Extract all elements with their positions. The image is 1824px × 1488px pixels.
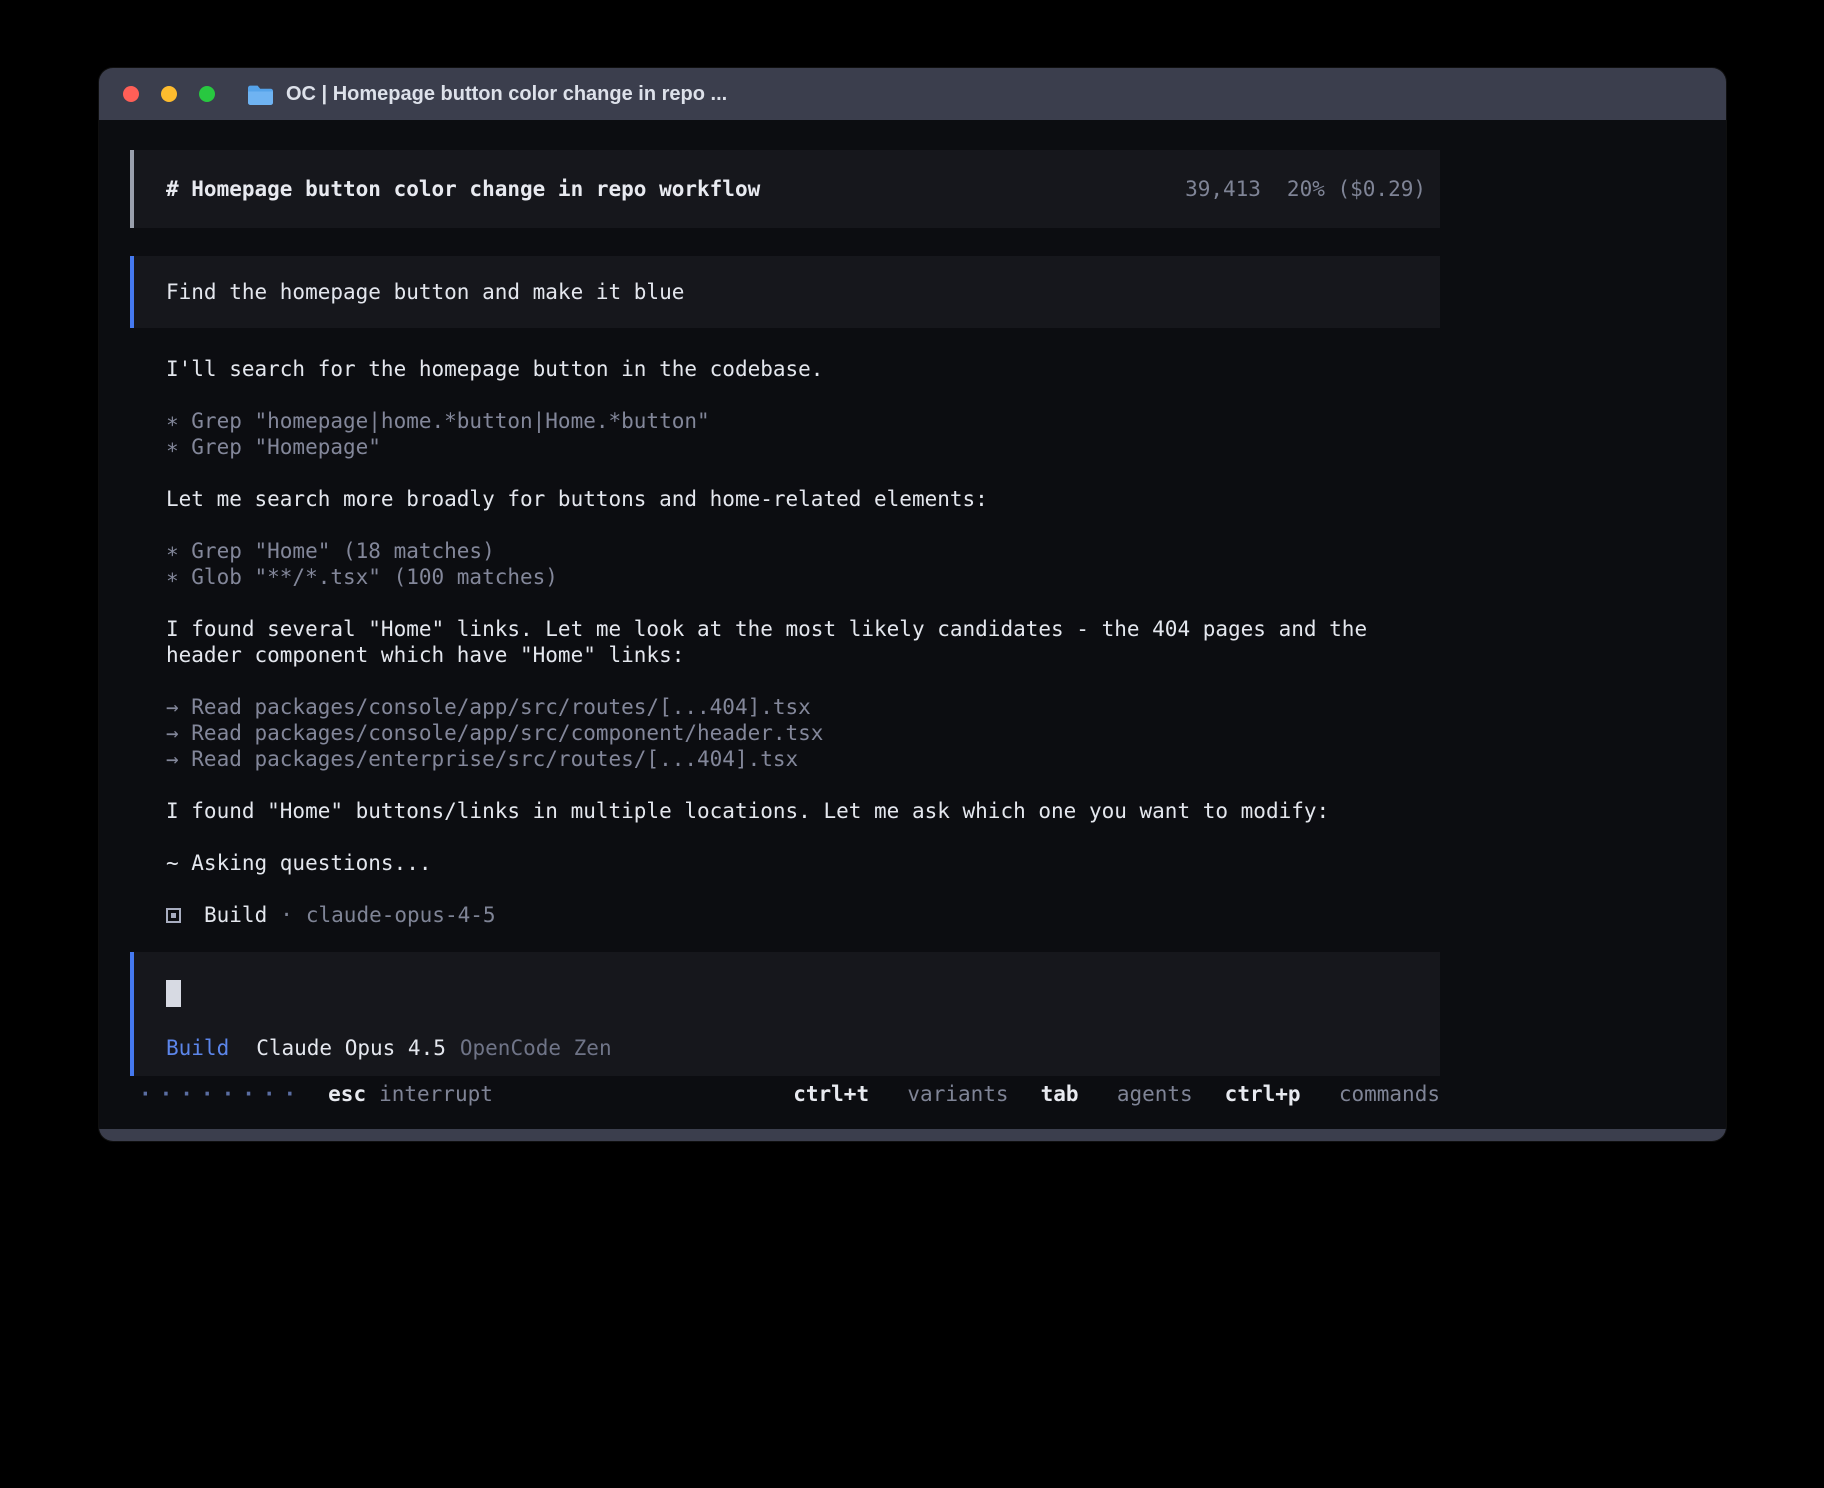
shortcut-key: ctrl+p bbox=[1225, 1082, 1301, 1106]
shortcut-label: agents bbox=[1117, 1082, 1193, 1106]
assistant-text: Let me search more broadly for buttons a… bbox=[166, 486, 1440, 512]
shortcut-key: ctrl+t bbox=[793, 1082, 869, 1106]
tool-call-line: ∗ Grep "homepage|home.*button|Home.*butt… bbox=[166, 408, 1440, 434]
title-bar: OC | Homepage button color change in rep… bbox=[99, 68, 1726, 120]
session-title: # Homepage button color change in repo w… bbox=[166, 177, 760, 201]
terminal-window: OC | Homepage button color change in rep… bbox=[99, 68, 1726, 1141]
agent-icon bbox=[166, 908, 181, 923]
user-message-text: Find the homepage button and make it blu… bbox=[166, 280, 684, 304]
text-cursor bbox=[166, 980, 181, 1007]
spinner-dots: ········ bbox=[139, 1082, 304, 1106]
tool-call-line: ∗ Glob "**/*.tsx" (100 matches) bbox=[166, 564, 1440, 590]
session-header: # Homepage button color change in repo w… bbox=[130, 150, 1440, 228]
shortcut-label: variants bbox=[907, 1082, 1008, 1106]
esc-key-hint: esc bbox=[328, 1082, 366, 1106]
terminal-content: # Homepage button color change in repo w… bbox=[99, 120, 1726, 1129]
assistant-transcript: I'll search for the homepage button in t… bbox=[166, 356, 1440, 928]
interrupt-label: interrupt bbox=[379, 1082, 493, 1106]
prompt-input[interactable]: Build Claude Opus 4.5 OpenCode Zen bbox=[130, 952, 1440, 1076]
agent-model: claude-opus-4-5 bbox=[306, 902, 496, 928]
tool-call-line: → Read packages/console/app/src/routes/[… bbox=[166, 694, 1440, 720]
provider-label: OpenCode Zen bbox=[460, 1036, 612, 1060]
model-label[interactable]: Claude Opus 4.5 bbox=[256, 1036, 446, 1060]
user-message: Find the homepage button and make it blu… bbox=[130, 256, 1440, 328]
tool-call-group: ∗ Grep "homepage|home.*button|Home.*butt… bbox=[166, 408, 1440, 460]
session-stats: 39,413 20% ($0.29) bbox=[1185, 177, 1426, 201]
folder-icon bbox=[247, 84, 274, 105]
shortcut-variants: ctrl+t variants bbox=[793, 1082, 1008, 1106]
tool-call-group: ∗ Grep "Home" (18 matches) ∗ Glob "**/*.… bbox=[166, 538, 1440, 590]
traffic-lights bbox=[123, 86, 215, 102]
zoom-button[interactable] bbox=[199, 86, 215, 102]
shortcut-agents: tab agents bbox=[1041, 1082, 1193, 1106]
agent-separator: · bbox=[280, 902, 293, 928]
window-title: OC | Homepage button color change in rep… bbox=[286, 83, 727, 106]
input-meta-row: Build Claude Opus 4.5 OpenCode Zen bbox=[166, 1036, 612, 1060]
assistant-text: I'll search for the homepage button in t… bbox=[166, 356, 1440, 382]
assistant-status-text: ~ Asking questions... bbox=[166, 850, 1440, 876]
tool-call-group: → Read packages/console/app/src/routes/[… bbox=[166, 694, 1440, 772]
shortcut-commands: ctrl+p commands bbox=[1225, 1082, 1440, 1106]
assistant-text: I found "Home" buttons/links in multiple… bbox=[166, 798, 1440, 824]
token-count: 39,413 bbox=[1185, 177, 1261, 201]
context-cost: 20% ($0.29) bbox=[1287, 177, 1426, 201]
assistant-text: I found several "Home" links. Let me loo… bbox=[166, 616, 1440, 668]
agent-status-row: Build · claude-opus-4-5 bbox=[166, 902, 1440, 928]
minimize-button[interactable] bbox=[161, 86, 177, 102]
agent-name: Build bbox=[204, 902, 267, 928]
shortcut-label: commands bbox=[1339, 1082, 1440, 1106]
tool-call-line: ∗ Grep "Homepage" bbox=[166, 434, 1440, 460]
tool-call-line: → Read packages/enterprise/src/routes/[.… bbox=[166, 746, 1440, 772]
status-right: ctrl+t variants tab agents ctrl+p comman… bbox=[761, 1082, 1440, 1106]
status-bar: ········ esc interrupt ctrl+t variants t… bbox=[130, 1082, 1440, 1106]
tool-call-line: ∗ Grep "Home" (18 matches) bbox=[166, 538, 1440, 564]
mode-label[interactable]: Build bbox=[166, 1036, 229, 1060]
tool-call-line: → Read packages/console/app/src/componen… bbox=[166, 720, 1440, 746]
shortcut-key: tab bbox=[1041, 1082, 1079, 1106]
status-left: ········ esc interrupt bbox=[139, 1082, 493, 1106]
close-button[interactable] bbox=[123, 86, 139, 102]
session-column: # Homepage button color change in repo w… bbox=[130, 150, 1440, 1106]
